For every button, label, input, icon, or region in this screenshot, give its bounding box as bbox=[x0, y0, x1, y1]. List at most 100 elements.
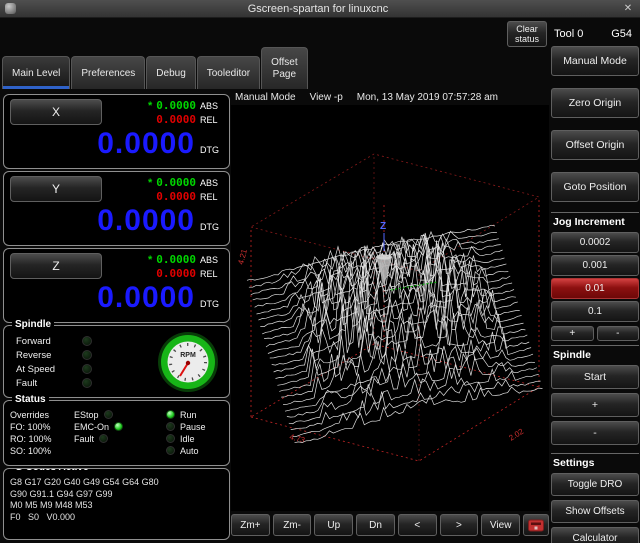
show-offsets-button[interactable]: Show Offsets bbox=[551, 500, 639, 523]
spindle-forward-led bbox=[82, 336, 92, 346]
pause-label: Pause bbox=[180, 422, 206, 432]
spindle-at-speed-label: At Speed bbox=[10, 364, 82, 375]
dtg-label-y: DTG bbox=[200, 222, 221, 232]
run-label: Run bbox=[180, 410, 197, 420]
estop-label: EStop bbox=[74, 410, 99, 420]
preview-button-bar: Zm+ Zm- Up Dn < > View bbox=[231, 514, 549, 536]
pause-led bbox=[166, 422, 175, 431]
tab-offset-page[interactable]: Offset Page bbox=[261, 47, 308, 89]
spindle-forward-label: Forward bbox=[10, 336, 82, 347]
tab-preferences[interactable]: Preferences bbox=[71, 56, 145, 89]
dtg-label-z: DTG bbox=[200, 299, 221, 309]
spindle-fault-led bbox=[82, 378, 92, 388]
toggle-dro-button[interactable]: Toggle DRO bbox=[551, 473, 639, 496]
dim-label-bottom: 4.73 bbox=[288, 432, 306, 445]
mcode-line: M0 M5 M9 M48 M53 bbox=[10, 500, 223, 512]
fault-label: Fault bbox=[74, 434, 94, 444]
fault-led bbox=[99, 434, 108, 443]
dtg-value-x: 0.0000 bbox=[97, 127, 195, 161]
preview-info-bar: Manual Mode View -p Mon, 13 May 2019 07:… bbox=[231, 90, 549, 105]
pan-left-button[interactable]: < bbox=[398, 514, 437, 536]
gauge-rpm-label: RPM bbox=[180, 352, 196, 359]
axis-group-x: X * 0.0000 ABS 0.0000 REL 0.0000 DTG bbox=[3, 94, 230, 169]
abs-label-x: ABS bbox=[200, 100, 221, 113]
status-frame-title: Status bbox=[12, 394, 49, 406]
estop-led bbox=[104, 410, 113, 419]
red-machine-icon bbox=[528, 519, 544, 532]
jog-increment-0-001[interactable]: 0.001 bbox=[551, 255, 639, 276]
dtg-value-z: 0.0000 bbox=[97, 281, 195, 315]
rel-value-z: 0.0000 bbox=[156, 267, 196, 280]
machine-extents-box bbox=[251, 154, 539, 461]
rotate-down-button[interactable]: Dn bbox=[356, 514, 395, 536]
dim-label-left: 4.21 bbox=[236, 248, 249, 266]
homed-star-x: * bbox=[148, 100, 152, 113]
toolpath-wireframe bbox=[247, 225, 543, 443]
tool-number-label: Tool 0 bbox=[554, 28, 583, 40]
increment-plus-button[interactable]: + bbox=[551, 326, 594, 341]
overrides-header: Overrides bbox=[10, 409, 74, 420]
dtg-value-y: 0.0000 bbox=[97, 204, 195, 238]
idle-label: Idle bbox=[180, 434, 195, 444]
run-led bbox=[166, 410, 175, 419]
notebook-tabs: Main Level Preferences Debug Tooleditor … bbox=[2, 46, 308, 89]
clear-plot-button[interactable] bbox=[523, 514, 549, 536]
clear-status-button[interactable]: Clear status bbox=[507, 21, 547, 47]
spindle-section-header: Spindle bbox=[551, 345, 639, 361]
spindle-plus-button[interactable]: + bbox=[551, 393, 639, 417]
jog-increment-0-1[interactable]: 0.1 bbox=[551, 301, 639, 322]
increment-minus-button[interactable]: - bbox=[597, 326, 640, 341]
gscreen-window: Gscreen-spartan for linuxcnc ✕ Clear sta… bbox=[0, 0, 640, 543]
feed-override-value: FO: 100% bbox=[10, 421, 74, 432]
app-icon bbox=[5, 3, 16, 14]
jog-increment-stepper: + - bbox=[551, 326, 639, 341]
tab-tooleditor[interactable]: Tooleditor bbox=[197, 56, 260, 89]
dtg-label-x: DTG bbox=[200, 145, 221, 155]
axis-group-z: Z * 0.0000 ABS 0.0000 REL 0.0000 DTG bbox=[3, 248, 230, 323]
auto-label: Auto bbox=[180, 446, 199, 456]
axis-group-y: Y * 0.0000 ABS 0.0000 REL 0.0000 DTG bbox=[3, 171, 230, 246]
spindle-reverse-label: Reverse bbox=[10, 350, 82, 361]
spindle-minus-button[interactable]: - bbox=[551, 421, 639, 445]
axis-x-button[interactable]: X bbox=[10, 99, 102, 125]
dim-label-right: 2.02 bbox=[507, 427, 525, 443]
view-toggle-button[interactable]: View bbox=[481, 514, 520, 536]
rel-value-y: 0.0000 bbox=[156, 190, 196, 203]
spindle-start-button[interactable]: Start bbox=[551, 365, 639, 389]
auto-led bbox=[166, 446, 175, 455]
titlebar: Gscreen-spartan for linuxcnc ✕ bbox=[0, 0, 640, 18]
gcodes-frame: G Codes Active G8 G17 G20 G40 G49 G54 G6… bbox=[3, 468, 230, 540]
zoom-in-button[interactable]: Zm+ bbox=[231, 514, 270, 536]
close-icon[interactable]: ✕ bbox=[620, 2, 636, 16]
coord-system-label: G54 bbox=[611, 28, 632, 40]
zero-origin-button[interactable]: Zero Origin bbox=[551, 88, 639, 118]
calculator-button[interactable]: Calculator bbox=[551, 527, 639, 543]
abs-value-y: 0.0000 bbox=[156, 176, 196, 189]
z-axis-label: Z bbox=[380, 221, 386, 232]
offset-origin-button[interactable]: Offset Origin bbox=[551, 130, 639, 160]
tab-main-level[interactable]: Main Level bbox=[2, 56, 70, 89]
rapid-override-value: RO: 100% bbox=[10, 433, 74, 444]
settings-section-header: Settings bbox=[551, 453, 639, 469]
homed-star-y: * bbox=[148, 177, 152, 190]
datetime-label: Mon, 13 May 2019 07:57:28 am bbox=[357, 92, 498, 103]
jog-increment-header: Jog Increment bbox=[551, 212, 639, 228]
axis-y-button[interactable]: Y bbox=[10, 176, 102, 202]
rotate-up-button[interactable]: Up bbox=[314, 514, 353, 536]
tab-debug[interactable]: Debug bbox=[146, 56, 195, 89]
spindle-fault-label: Fault bbox=[10, 378, 82, 389]
goto-position-button[interactable]: Goto Position bbox=[551, 172, 639, 202]
abs-label-z: ABS bbox=[200, 254, 221, 267]
spindle-at-speed-led bbox=[82, 364, 92, 374]
manual-mode-button[interactable]: Manual Mode bbox=[551, 46, 639, 76]
emc-on-label: EMC-On bbox=[74, 422, 109, 432]
zoom-out-button[interactable]: Zm- bbox=[273, 514, 312, 536]
pan-right-button[interactable]: > bbox=[440, 514, 479, 536]
axis-z-button[interactable]: Z bbox=[10, 253, 102, 279]
gcode-preview-canvas[interactable]: 4.21 4.73 2.02 Z bbox=[231, 105, 549, 511]
jog-increment-0-01[interactable]: 0.01 bbox=[551, 278, 639, 299]
jog-increment-0-0002[interactable]: 0.0002 bbox=[551, 232, 639, 253]
view-type-label: View -p bbox=[310, 92, 343, 103]
homed-star-z: * bbox=[148, 254, 152, 267]
spindle-frame-title: Spindle bbox=[12, 319, 54, 331]
